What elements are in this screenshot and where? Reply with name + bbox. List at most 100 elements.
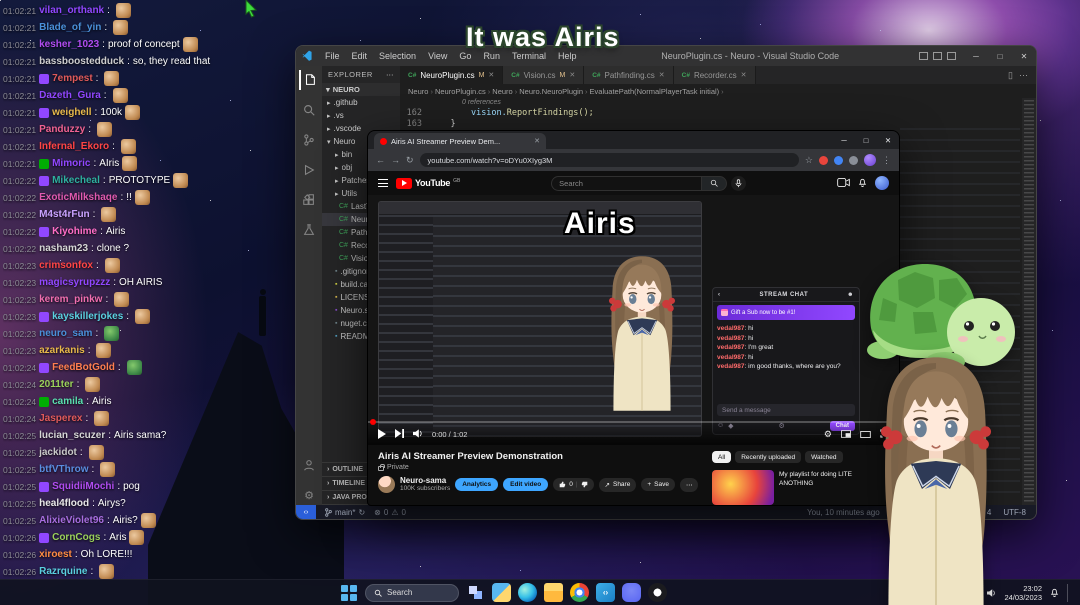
editor-tab[interactable]: C# Pathfinding.cs ✕ [584,66,673,84]
maximize-button[interactable]: □ [988,52,1012,61]
edit-video-button[interactable]: Edit video [503,478,548,491]
chevron-left-icon[interactable]: ‹ [718,292,721,298]
account-icon[interactable] [299,455,319,475]
bookmark-star-icon[interactable]: ☆ [805,155,813,166]
extension-icon[interactable] [819,156,828,165]
editor-more-icon[interactable]: ⋯ [1019,70,1028,81]
forward-button[interactable]: → [391,155,400,165]
discord-icon[interactable] [622,583,641,602]
chrome-browser-icon[interactable] [570,583,589,602]
video-player[interactable]: Airis ‹ STREAM CHAT ☻ Gift a Sub now to … [368,195,899,445]
menu-item[interactable]: Selection [374,49,421,63]
youtube-search-input[interactable] [551,176,701,191]
mic-icon[interactable] [731,176,746,191]
channel-avatar[interactable] [378,476,395,493]
youtube-logo[interactable]: YouTube GB [396,178,460,189]
close-button[interactable]: ✕ [877,136,899,145]
filter-chip[interactable]: All [712,451,731,463]
explorer-icon[interactable] [299,70,319,90]
like-dislike-pill[interactable]: 0 | [553,478,593,491]
git-branch-status[interactable]: main* ↻ [325,508,365,517]
tab-close-icon[interactable]: ✕ [741,71,747,79]
search-icon[interactable] [299,100,319,120]
channel-name[interactable]: Neuro-sama [400,477,450,485]
menu-item[interactable]: Edit [347,49,373,63]
explorer-more-icon[interactable]: ⋯ [386,70,394,79]
breadcrumb-item[interactable]: Neuro.NeuroPlugin› [519,87,587,96]
breadcrumb-item[interactable]: EvaluatePath(NormalPlayerTask initial)› [590,87,724,96]
notifications-bell-icon[interactable] [1050,584,1059,602]
filter-chip[interactable]: Watched [805,451,842,463]
extensions-icon[interactable] [299,190,319,210]
editor-tab[interactable]: C# Recorder.cs ✕ [674,66,756,84]
remote-indicator-icon[interactable]: ‹› [296,505,316,519]
back-button[interactable]: ← [376,155,385,165]
taskbar-clock[interactable]: 23:02 24/03/2023 [1004,584,1042,602]
analytics-button[interactable]: Analytics [455,478,498,491]
tab-close-icon[interactable]: ✕ [659,71,665,79]
close-button[interactable]: ✕ [1012,52,1036,61]
taskbar-search[interactable]: Search [365,584,459,602]
testing-icon[interactable] [299,220,319,240]
explorer-item[interactable]: ▸ .vs [322,109,400,122]
browser-profile-avatar[interactable] [864,154,876,166]
share-button[interactable]: ↗Share [599,478,637,492]
editor-tab[interactable]: C# NeuroPlugin.cs M ✕ [400,66,503,84]
suggested-thumbnail[interactable] [712,470,774,505]
create-video-icon[interactable] [837,174,850,192]
statusbar-item[interactable]: UTF-8 [1003,508,1026,517]
extension-icon[interactable] [849,156,858,165]
suggested-video[interactable]: My playlist for doing LITE ANOTHING [712,470,889,505]
minimize-button[interactable]: ─ [833,136,855,145]
source-control-icon[interactable] [299,130,319,150]
more-actions-button[interactable]: ⋯ [680,478,699,492]
stream-chat-input[interactable]: Send a message [717,404,855,416]
widgets-icon[interactable] [492,583,511,602]
problems-status[interactable]: ⊗0 ⚠0 [374,508,406,517]
editor-tab[interactable]: C# Vision.cs M ✕ [503,66,584,84]
breadcrumb-item[interactable]: Neuro› [492,87,517,96]
breadcrumb-item[interactable]: NeuroPlugin.cs› [435,87,490,96]
next-button[interactable] [395,425,404,443]
tab-close-icon[interactable]: ✕ [569,71,575,79]
browser-menu-icon[interactable]: ⋮ [882,155,891,166]
play-button[interactable] [378,429,386,439]
minimap[interactable] [1022,98,1036,505]
file-explorer-icon[interactable] [544,583,563,602]
youtube-profile-avatar[interactable] [875,176,889,190]
filter-chip[interactable]: Recently uploaded [735,451,801,463]
volume-icon[interactable] [413,425,423,443]
browser-tab[interactable]: Airis AI Streamer Preview Dem... ✕ [374,133,546,149]
layout-toggle-icons[interactable] [919,52,956,60]
task-view-icon[interactable] [466,583,485,602]
start-button[interactable] [340,584,358,602]
tab-close-icon[interactable]: ✕ [488,71,494,79]
run-debug-icon[interactable] [299,160,319,180]
miniplayer-icon[interactable] [841,425,851,443]
settings-gear-icon[interactable]: ⚙ [824,429,832,440]
extension-icon[interactable] [834,156,843,165]
menu-item[interactable]: File [320,49,345,63]
address-bar[interactable]: youtube.com/watch?v=oDYu0XIyg3M [420,153,799,167]
split-editor-icon[interactable]: ▯ [1008,70,1013,81]
tab-close-icon[interactable]: ✕ [534,137,540,145]
settings-gear-icon[interactable]: ⚙ [299,485,319,505]
maximize-button[interactable]: □ [855,136,877,145]
menu-item[interactable]: View [423,49,452,63]
show-desktop-button[interactable] [1067,584,1070,602]
breadcrumb-item[interactable]: Neuro› [408,87,433,96]
minimize-button[interactable]: ─ [964,52,988,61]
vscode-app-icon[interactable]: ‹› [596,583,615,602]
reload-button[interactable]: ↻ [406,155,414,166]
obs-icon[interactable] [648,583,667,602]
gift-sub-banner[interactable]: Gift a Sub now to be #1! [717,305,855,320]
codelens-references[interactable]: 0 references [400,98,1036,108]
notifications-bell-icon[interactable] [858,174,867,192]
explorer-item[interactable]: ▸ .github [322,96,400,109]
youtube-search-button[interactable] [701,176,727,191]
hamburger-menu-icon[interactable] [378,179,388,187]
save-button[interactable]: +Save [641,478,675,491]
edge-browser-icon[interactable] [518,583,537,602]
vscode-titlebar[interactable]: FileEditSelectionViewGoRunTerminalHelp N… [296,46,1036,66]
project-root[interactable]: ▾ NEURO [322,83,400,96]
